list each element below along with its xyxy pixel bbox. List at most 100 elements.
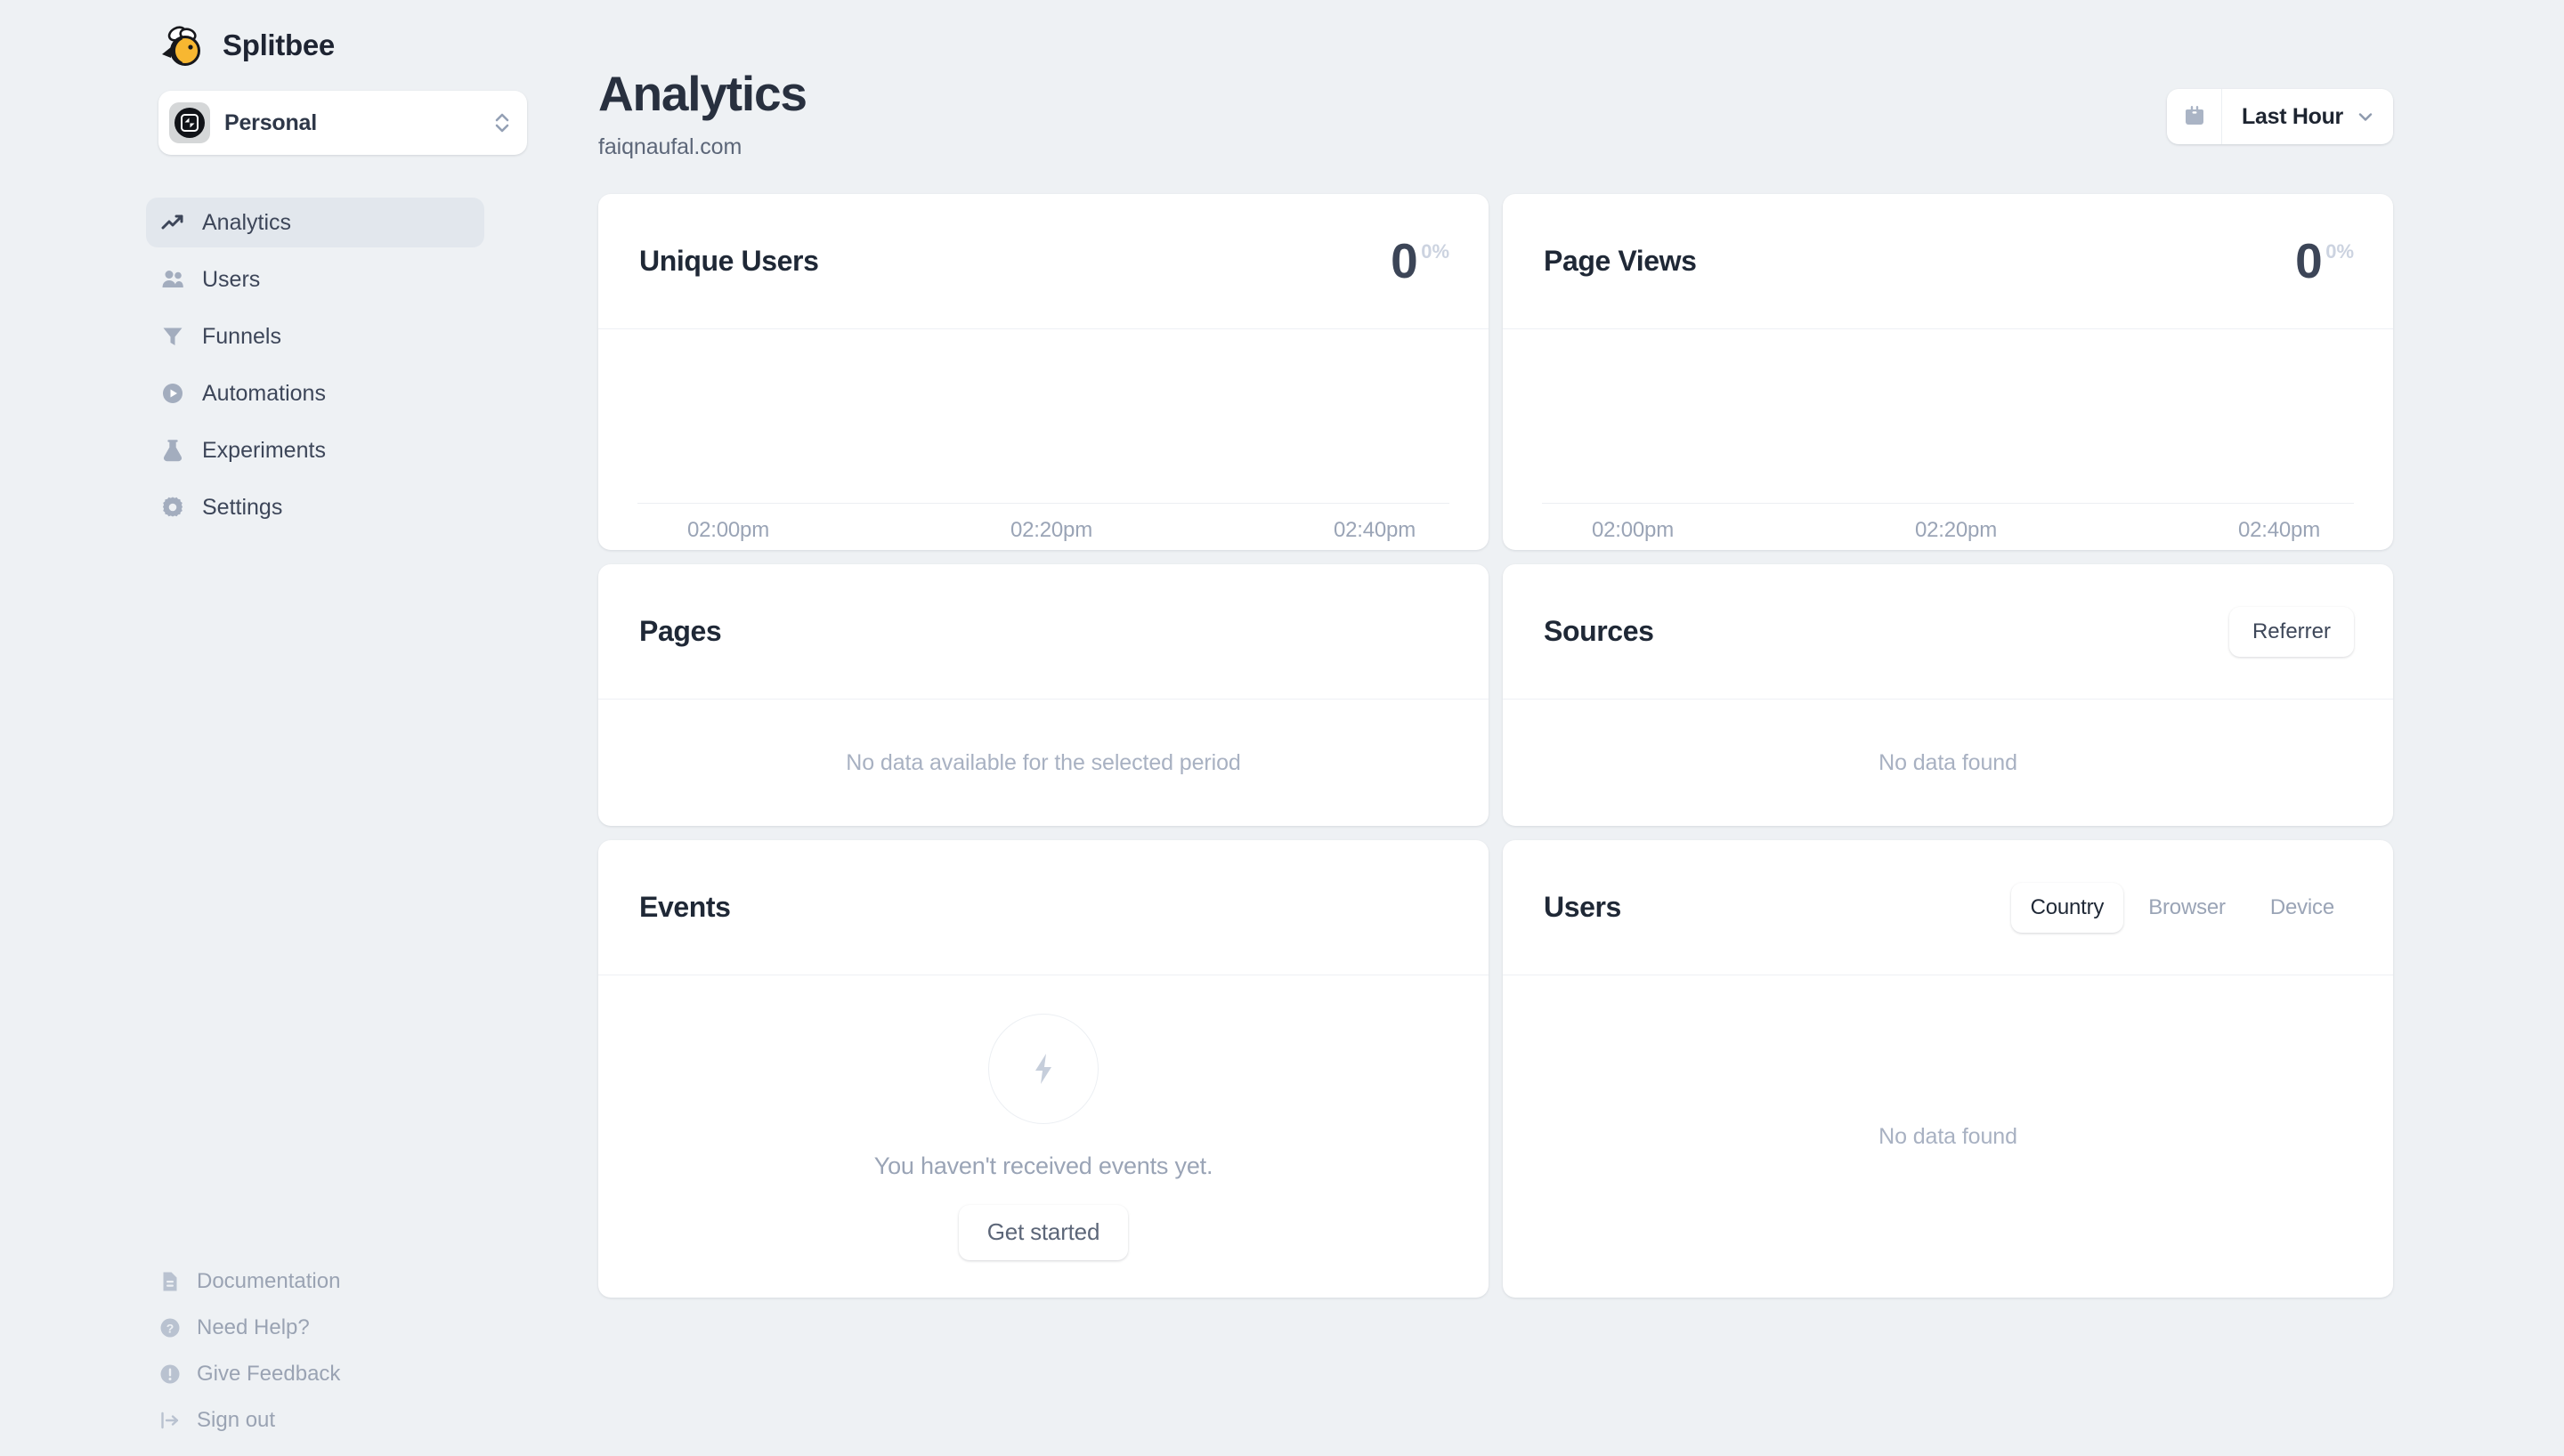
sidebar-item-label: Experiments <box>202 437 326 463</box>
page-title: Analytics <box>598 66 807 121</box>
sidebar-footer-sign-out[interactable]: Sign out <box>158 1408 340 1433</box>
play-circle-icon <box>160 381 185 406</box>
date-range-picker[interactable]: Last Hour <box>2167 89 2393 144</box>
tab-country[interactable]: Country <box>2010 882 2124 933</box>
sidebar-item-users[interactable]: Users <box>146 255 484 304</box>
bee-icon <box>158 24 207 67</box>
get-started-button[interactable]: Get started <box>958 1204 1129 1260</box>
card-header: Page Views 0 0% <box>1503 194 2393 329</box>
question-circle-icon: ? <box>158 1316 182 1339</box>
brand: Splitbee <box>0 0 598 71</box>
card-sources: Sources Referrer No data found <box>1503 564 2393 826</box>
card-unique-users: Unique Users 0 0% 02:00pm 02:20pm 02:40p… <box>598 194 1489 550</box>
sources-filter-referrer-button[interactable]: Referrer <box>2228 606 2354 657</box>
chart-baseline <box>637 503 1449 504</box>
sidebar-item-label: Analytics <box>202 209 292 235</box>
axis-tick: 02:00pm <box>687 518 769 542</box>
sidebar-footer: Documentation ? Need Help? Give Feedback… <box>158 1269 340 1433</box>
sidebar-item-settings[interactable]: Settings <box>146 482 484 532</box>
sidebar-item-label: Users <box>202 266 261 292</box>
chart-baseline <box>1542 503 2354 504</box>
card-title: Pages <box>639 615 722 647</box>
card-title: Users <box>1544 891 1621 923</box>
sidebar-footer-label: Sign out <box>197 1408 276 1432</box>
funnel-icon <box>160 324 185 349</box>
card-header: Users Country Browser Device <box>1503 840 2393 975</box>
pages-empty-state: No data available for the selected perio… <box>846 749 1241 775</box>
sign-out-icon <box>158 1409 182 1432</box>
card-header: Sources Referrer <box>1503 564 2393 700</box>
sidebar-footer-label: Need Help? <box>197 1315 310 1339</box>
axis-tick: 02:00pm <box>1592 518 1674 542</box>
workspace-name: Personal <box>224 109 318 135</box>
main-content: Analytics faiqnaufal.com Last Hour Uniqu… <box>598 0 2564 1456</box>
document-icon <box>158 1270 182 1293</box>
sidebar: Splitbee Personal Analytics Users Funnel… <box>0 0 598 1456</box>
card-title: Unique Users <box>639 245 819 277</box>
card-title: Sources <box>1544 615 1654 647</box>
date-range-label: Last Hour <box>2242 103 2343 129</box>
sidebar-item-label: Funnels <box>202 323 281 349</box>
calendar-icon <box>2167 89 2223 144</box>
page-header: Analytics faiqnaufal.com Last Hour <box>598 0 2564 160</box>
card-pages: Pages No data available for the selected… <box>598 564 1489 826</box>
metric-value: 0 <box>1391 233 1418 289</box>
users-icon <box>160 267 185 292</box>
chart-x-axis: 02:00pm 02:20pm 02:40pm <box>1542 518 2354 543</box>
sidebar-nav: Analytics Users Funnels Automations Expe… <box>0 198 598 539</box>
card-header: Unique Users 0 0% <box>598 194 1489 329</box>
flask-icon <box>160 438 185 463</box>
sidebar-footer-documentation[interactable]: Documentation <box>158 1269 340 1294</box>
chart-unique-users: 02:00pm 02:20pm 02:40pm <box>598 329 1489 550</box>
lightning-bolt-icon <box>988 1013 1099 1124</box>
card-title: Events <box>639 891 731 923</box>
users-segmented-control: Country Browser Device <box>2010 882 2354 933</box>
sidebar-item-funnels[interactable]: Funnels <box>146 311 484 361</box>
exclamation-circle-icon <box>158 1363 182 1386</box>
chart-page-views: 02:00pm 02:20pm 02:40pm <box>1503 329 2393 550</box>
metric: 0 0% <box>2295 233 2354 289</box>
card-header: Events <box>598 840 1489 975</box>
events-empty-text: You haven't received events yet. <box>873 1152 1213 1179</box>
sidebar-footer-need-help[interactable]: ? Need Help? <box>158 1315 340 1340</box>
tab-browser[interactable]: Browser <box>2129 883 2245 933</box>
chart-x-axis: 02:00pm 02:20pm 02:40pm <box>637 518 1449 543</box>
page-site-domain: faiqnaufal.com <box>598 134 742 159</box>
sidebar-footer-label: Documentation <box>197 1269 341 1293</box>
card-header: Pages <box>598 564 1489 700</box>
svg-text:?: ? <box>166 1322 174 1336</box>
metric-delta: 0% <box>2325 240 2354 263</box>
sources-empty-state: No data found <box>1878 749 2017 775</box>
axis-tick: 02:20pm <box>1915 518 1997 542</box>
metric-value: 0 <box>2295 233 2323 289</box>
cards-grid: Unique Users 0 0% 02:00pm 02:20pm 02:40p… <box>598 194 2564 1298</box>
sidebar-item-analytics[interactable]: Analytics <box>146 198 484 247</box>
page-header-titles: Analytics faiqnaufal.com <box>598 69 807 160</box>
users-empty-state: No data found <box>1878 1123 2017 1149</box>
sidebar-footer-label: Give Feedback <box>197 1362 341 1386</box>
card-users: Users Country Browser Device No data fou… <box>1503 840 2393 1298</box>
card-events: Events You haven't received events yet. … <box>598 840 1489 1298</box>
tab-device[interactable]: Device <box>2251 883 2354 933</box>
sidebar-footer-give-feedback[interactable]: Give Feedback <box>158 1362 340 1387</box>
axis-tick: 02:20pm <box>1010 518 1092 542</box>
events-empty-state: You haven't received events yet. Get sta… <box>598 975 1489 1298</box>
brand-name: Splitbee <box>223 28 335 61</box>
app-root: Splitbee Personal Analytics Users Funnel… <box>0 0 2564 1456</box>
metric: 0 0% <box>1391 233 1449 289</box>
sidebar-item-automations[interactable]: Automations <box>146 368 484 418</box>
sidebar-item-label: Settings <box>202 494 283 520</box>
chevron-down-icon <box>2356 107 2393 126</box>
card-page-views: Page Views 0 0% 02:00pm 02:20pm 02:40pm <box>1503 194 2393 550</box>
axis-tick: 02:40pm <box>2238 518 2320 542</box>
workspace-switcher[interactable]: Personal <box>158 91 527 155</box>
trending-up-icon <box>160 210 185 235</box>
chevron-up-down-icon <box>491 108 513 138</box>
sidebar-item-label: Automations <box>202 380 326 406</box>
card-title: Page Views <box>1544 245 1697 277</box>
sidebar-item-experiments[interactable]: Experiments <box>146 425 484 475</box>
gear-icon <box>160 495 185 520</box>
workspace-avatar-icon <box>169 102 210 143</box>
axis-tick: 02:40pm <box>1334 518 1416 542</box>
metric-delta: 0% <box>1421 240 1449 263</box>
